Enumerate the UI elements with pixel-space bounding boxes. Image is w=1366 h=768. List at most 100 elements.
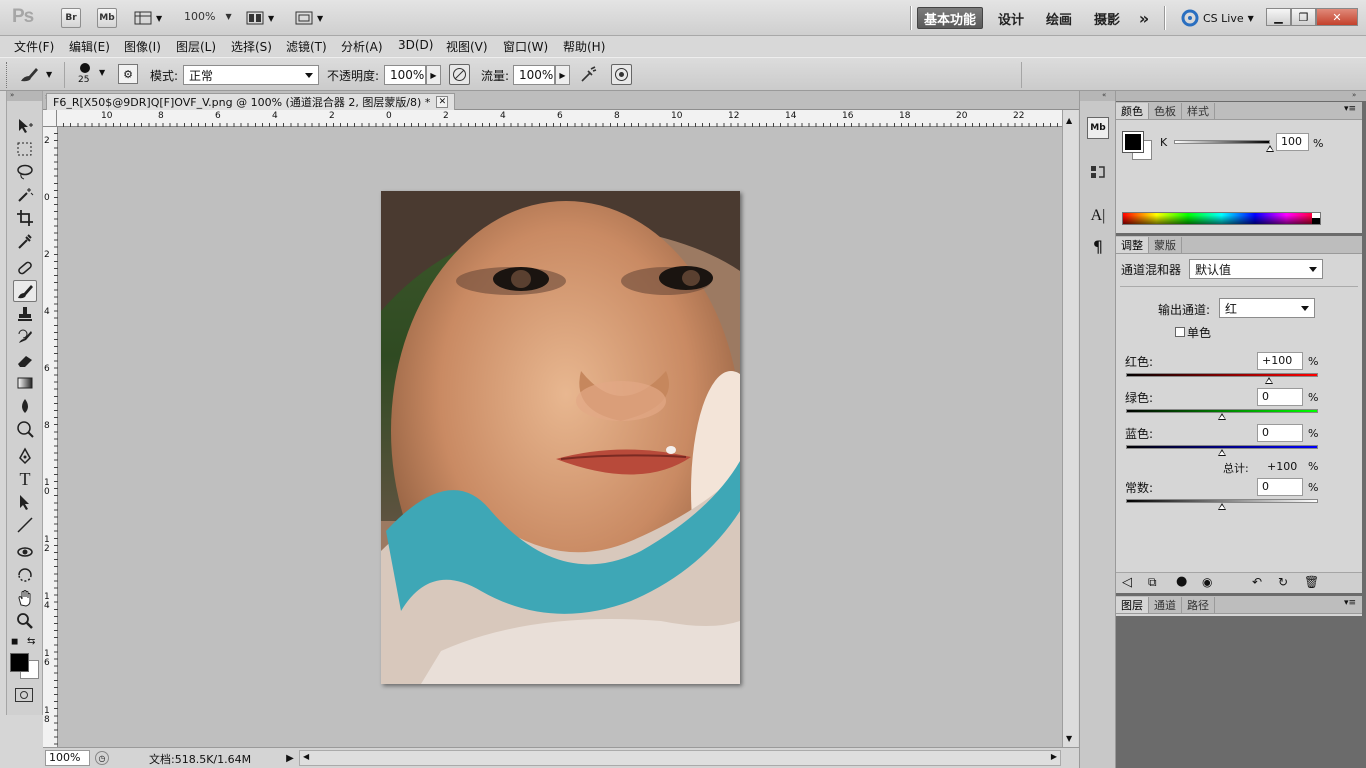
tablet-opacity-button[interactable] xyxy=(449,64,470,85)
pen-tool[interactable] xyxy=(13,445,37,467)
canvas-area[interactable] xyxy=(58,127,1062,747)
view-extras-dropdown[interactable]: ▼ xyxy=(134,9,168,27)
tool-preset-picker[interactable]: ▼ xyxy=(18,64,52,84)
move-tool[interactable] xyxy=(13,115,37,137)
workspace-design[interactable]: 设计 xyxy=(990,7,1032,29)
panels-collapse-button[interactable]: » xyxy=(1116,91,1366,101)
reset-icon[interactable]: ↻ xyxy=(1278,575,1288,589)
blue-slider-thumb[interactable] xyxy=(1218,449,1226,456)
menu-view[interactable]: 视图(V) xyxy=(446,38,488,55)
history-panel-button[interactable] xyxy=(1087,161,1109,183)
output-channel-select[interactable]: 红 xyxy=(1219,298,1315,318)
character-panel-button[interactable]: A| xyxy=(1087,205,1109,227)
blue-value-input[interactable]: 0 xyxy=(1257,424,1303,442)
restore-button[interactable]: ❐ xyxy=(1291,8,1316,26)
green-slider-thumb[interactable] xyxy=(1218,413,1226,420)
k-value-input[interactable]: 100 xyxy=(1276,133,1309,151)
options-grip[interactable] xyxy=(6,62,10,88)
scroll-up-arrow[interactable]: ▲ xyxy=(1066,116,1072,125)
menu-select[interactable]: 选择(S) xyxy=(231,38,272,55)
tab-color[interactable]: 颜色 xyxy=(1116,103,1149,119)
crop-tool[interactable] xyxy=(13,207,37,229)
constant-value-input[interactable]: 0 xyxy=(1257,478,1303,496)
menu-help[interactable]: 帮助(H) xyxy=(563,38,605,55)
minimize-button[interactable]: ▁ xyxy=(1266,8,1291,26)
eraser-tool[interactable] xyxy=(13,349,37,371)
vertical-scrollbar[interactable]: ▲ ▼ xyxy=(1062,110,1078,747)
previous-state-icon[interactable]: ↶ xyxy=(1252,575,1262,589)
scroll-right-arrow[interactable]: ▶ xyxy=(1051,752,1057,761)
scroll-down-arrow[interactable]: ▼ xyxy=(1066,734,1072,743)
close-button[interactable]: ✕ xyxy=(1316,8,1358,26)
3d-orbit-tool[interactable] xyxy=(13,564,37,586)
cslive-button[interactable]: CS Live ▼ xyxy=(1181,9,1254,27)
workspace-essentials[interactable]: 基本功能 xyxy=(917,7,983,29)
lasso-tool[interactable] xyxy=(13,161,37,183)
foreground-color-swatch[interactable] xyxy=(10,653,29,672)
tab-adjustments[interactable]: 调整 xyxy=(1116,237,1149,253)
menu-filter[interactable]: 滤镜(T) xyxy=(286,38,327,55)
tab-layers[interactable]: 图层 xyxy=(1116,597,1149,613)
k-slider-thumb[interactable] xyxy=(1266,145,1274,152)
clone-stamp-tool[interactable] xyxy=(13,303,37,325)
eyedropper-tool[interactable] xyxy=(13,230,37,252)
tab-styles[interactable]: 样式 xyxy=(1182,103,1215,119)
marquee-tool[interactable] xyxy=(13,138,37,160)
quick-selection-tool[interactable] xyxy=(13,184,37,206)
blur-tool[interactable] xyxy=(13,395,37,417)
minibridge-button[interactable]: Mb xyxy=(97,8,117,28)
visibility-eye-icon[interactable]: ◉ xyxy=(1202,575,1212,589)
brush-picker[interactable]: 25 ▼ xyxy=(73,61,111,89)
menu-3d[interactable]: 3D(D) xyxy=(398,38,433,52)
minibridge-panel-button[interactable]: Mb xyxy=(1087,117,1109,139)
color-spectrum[interactable] xyxy=(1122,212,1321,225)
3d-rotate-tool[interactable] xyxy=(13,541,37,563)
horizontal-scrollbar[interactable]: ◀ ▶ xyxy=(299,750,1061,766)
red-slider-track[interactable] xyxy=(1126,373,1318,377)
preset-select[interactable]: 默认值 xyxy=(1189,259,1323,279)
dodge-tool[interactable] xyxy=(13,418,37,440)
expand-view-icon[interactable]: ⧉ xyxy=(1148,575,1157,590)
flow-input[interactable]: 100% xyxy=(513,65,555,85)
trash-icon[interactable]: 🗑 xyxy=(1304,575,1319,589)
menu-edit[interactable]: 编辑(E) xyxy=(69,38,110,55)
tab-masks[interactable]: 蒙版 xyxy=(1149,237,1182,253)
menu-layer[interactable]: 图层(L) xyxy=(176,38,216,55)
menu-window[interactable]: 窗口(W) xyxy=(503,38,548,55)
fg-color-swatch[interactable] xyxy=(1122,131,1144,153)
opacity-slider-toggle[interactable]: ▶ xyxy=(426,65,441,85)
tab-paths[interactable]: 路径 xyxy=(1182,597,1215,613)
line-tool[interactable] xyxy=(13,514,37,536)
paragraph-panel-button[interactable]: ¶ xyxy=(1087,235,1109,257)
more-workspaces-button[interactable]: » xyxy=(1133,7,1155,29)
status-menu-button[interactable]: ▶ xyxy=(284,750,296,766)
panel-menu-icon[interactable]: ▾≡ xyxy=(1344,104,1356,114)
tablet-size-button[interactable] xyxy=(611,64,632,85)
workspace-painting[interactable]: 绘画 xyxy=(1038,7,1080,29)
dock-collapse-button[interactable]: « xyxy=(1080,91,1115,101)
document-tab[interactable]: F6_R[X50$@9DR]Q[F]OVF_V.png @ 100% (通道混合… xyxy=(46,93,456,110)
path-selection-tool[interactable] xyxy=(13,491,37,513)
zoom-tool[interactable] xyxy=(13,610,37,632)
vertical-ruler[interactable]: 2 0 2 4 6 8 10 12 14 16 18 xyxy=(43,127,58,747)
back-arrow-icon[interactable]: ◁ xyxy=(1122,575,1132,590)
close-document-button[interactable]: ✕ xyxy=(436,96,449,108)
quick-mask-button[interactable] xyxy=(15,688,33,702)
menu-image[interactable]: 图像(I) xyxy=(124,38,161,55)
workspace-photography[interactable]: 摄影 xyxy=(1086,7,1128,29)
monochrome-checkbox[interactable] xyxy=(1175,327,1185,337)
constant-slider-thumb[interactable] xyxy=(1218,503,1226,510)
default-colors-button[interactable]: ◼ xyxy=(11,637,18,647)
menu-analysis[interactable]: 分析(A) xyxy=(341,38,383,55)
horizontal-ruler[interactable]: 10 8 6 4 2 0 2 4 6 8 10 12 14 16 18 20 22 xyxy=(57,110,1063,127)
type-tool[interactable]: T xyxy=(13,468,37,490)
arrange-documents-dropdown[interactable]: ▼ xyxy=(246,9,280,27)
swap-colors-button[interactable]: ⇆ xyxy=(27,636,35,647)
scroll-left-arrow[interactable]: ◀ xyxy=(303,752,309,761)
tools-collapse-button[interactable]: » xyxy=(7,91,42,101)
opacity-input[interactable]: 100% xyxy=(384,65,426,85)
flow-slider-toggle[interactable]: ▶ xyxy=(555,65,570,85)
clip-layer-icon[interactable]: ● xyxy=(1176,574,1187,589)
k-slider-track[interactable] xyxy=(1174,140,1270,144)
status-zoom-input[interactable]: 100% xyxy=(45,750,90,766)
